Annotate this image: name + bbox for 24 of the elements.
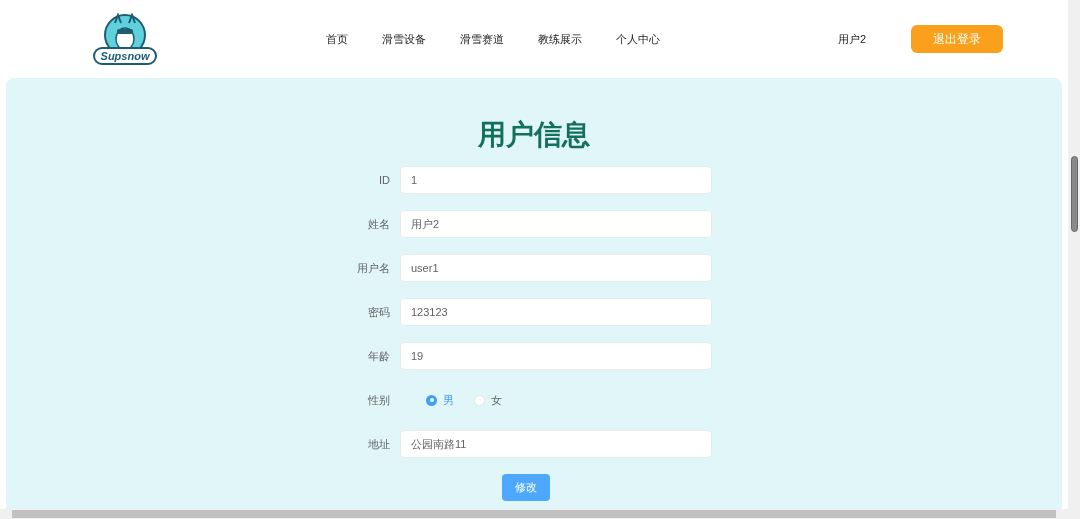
vertical-scrollbar[interactable] xyxy=(1068,0,1080,519)
page-title: 用户信息 xyxy=(478,118,590,152)
input-field[interactable]: 用户2 xyxy=(400,210,712,238)
input-field[interactable]: 19 xyxy=(400,342,712,370)
nav-link[interactable]: 教练展示 xyxy=(538,30,582,48)
field-label: 姓名 xyxy=(367,216,391,232)
nav-link[interactable]: 个人中心 xyxy=(616,30,660,48)
field-label: ID xyxy=(378,172,391,188)
field-label: 密码 xyxy=(367,304,391,320)
logo-text: Supsnow xyxy=(93,47,157,65)
field-label: 用户名 xyxy=(356,260,391,276)
field-label: 性别 xyxy=(367,392,391,408)
field-label: 地址 xyxy=(367,436,391,452)
nav-link[interactable]: 滑雪设备 xyxy=(382,30,426,48)
input-field[interactable]: user1 xyxy=(400,254,712,282)
field-label: 年龄 xyxy=(367,348,391,364)
nav-link[interactable]: 首页 xyxy=(326,30,348,48)
input-field[interactable]: 公园南路11 xyxy=(400,430,712,458)
horizontal-scrollbar[interactable] xyxy=(0,509,1068,519)
input-field[interactable]: 123123 xyxy=(400,298,712,326)
username: 用户2 xyxy=(837,31,866,47)
radio-option[interactable]: 女 xyxy=(474,391,502,409)
nav-link[interactable]: 滑雪赛道 xyxy=(460,30,504,48)
input-field[interactable]: 1 xyxy=(400,166,712,194)
